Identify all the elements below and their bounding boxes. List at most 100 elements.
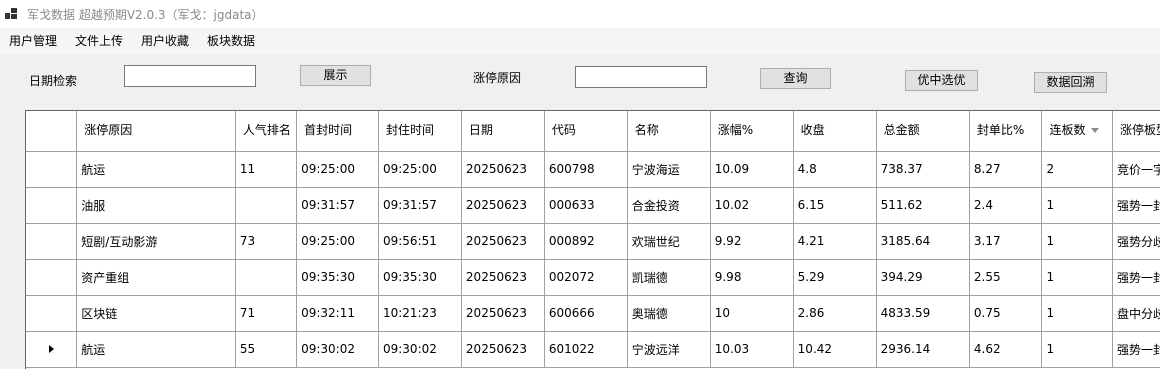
table-row[interactable]: 油服 09:31:57 09:31:57 20250623 000633 合金投资 10.0… [26,187,1160,224]
table-cell[interactable]: 09:35:30 [378,259,462,296]
table-row[interactable]: 区块链 71 09:32:11 10:21:23 20250623 600666 奥瑞德 10… [26,295,1160,332]
table-cell[interactable]: 盘中分歧 [1112,295,1160,332]
table-cell[interactable]: 8.27 [969,151,1043,188]
table-cell[interactable]: 71 [235,295,298,332]
table-cell[interactable]: 4.8 [793,151,877,188]
table-cell[interactable]: 73 [235,223,298,260]
row-header[interactable] [26,259,78,296]
menu-sector-data[interactable]: 板块数据 [198,28,264,54]
table-cell[interactable]: 4.62 [969,331,1043,368]
table-cell[interactable]: 10 [710,295,794,332]
table-cell[interactable]: 奥瑞德 [627,295,711,332]
column-header[interactable]: 日期 [461,111,545,152]
table-cell[interactable]: 2 [1041,151,1113,188]
menu-file-upload[interactable]: 文件上传 [66,28,132,54]
table-cell[interactable]: 55 [235,331,298,368]
table-cell[interactable]: 20250623 [461,259,545,296]
table-row[interactable]: 航运 55 09:30:02 09:30:02 20250623 601022 宁波远洋 10… [26,331,1160,368]
table-cell[interactable]: 2.55 [969,259,1043,296]
table-cell[interactable]: 20250623 [461,151,545,188]
table-cell[interactable]: 10.42 [793,331,877,368]
table-cell[interactable]: 航运 [76,331,236,368]
table-cell[interactable]: 强势一封 [1112,187,1160,224]
table-cell[interactable]: 1 [1041,259,1113,296]
row-header[interactable] [26,295,78,332]
table-cell[interactable]: 4.21 [793,223,877,260]
table-cell[interactable]: 2.4 [969,187,1043,224]
table-cell[interactable]: 1 [1041,295,1113,332]
table-cell[interactable]: 002072 [544,259,628,296]
query-button[interactable]: 查询 [760,68,831,89]
table-cell[interactable]: 10.09 [710,151,794,188]
row-header[interactable] [26,331,78,368]
table-cell[interactable]: 09:31:57 [378,187,462,224]
table-cell[interactable]: 合金投资 [627,187,711,224]
table-cell[interactable]: 宁波远洋 [627,331,711,368]
row-header[interactable] [26,223,78,260]
table-cell[interactable]: 09:56:51 [378,223,462,260]
table-cell[interactable]: 394.29 [876,259,970,296]
table-cell[interactable]: 短剧/互动影游 [76,223,236,260]
table-row[interactable]: 航运 11 09:25:00 09:25:00 20250623 600798 宁波海运 10… [26,151,1160,188]
table-cell[interactable]: 6.15 [793,187,877,224]
table-cell[interactable]: 10.02 [710,187,794,224]
row-header[interactable] [26,187,78,224]
column-header[interactable]: 封单比% [969,111,1043,152]
table-cell[interactable]: 600798 [544,151,628,188]
table-cell[interactable]: 09:32:11 [296,295,379,332]
table-row[interactable]: 资产重组 09:35:30 09:35:30 20250623 002072 凯瑞德 9.9… [26,259,1160,296]
table-cell[interactable]: 600666 [544,295,628,332]
table-cell[interactable]: 000633 [544,187,628,224]
table-cell[interactable]: 油服 [76,187,236,224]
table-cell[interactable] [235,259,298,296]
column-header[interactable]: 首封时间 [296,111,379,152]
table-cell[interactable] [235,187,298,224]
table-cell[interactable]: 2.86 [793,295,877,332]
table-cell[interactable]: 9.98 [710,259,794,296]
date-search-input[interactable] [124,65,256,87]
table-cell[interactable]: 0.75 [969,295,1043,332]
table-cell[interactable]: 09:35:30 [296,259,379,296]
table-cell[interactable]: 09:25:00 [296,151,379,188]
select-best-button[interactable]: 优中选优 [905,70,978,91]
table-cell[interactable]: 10:21:23 [378,295,462,332]
table-row[interactable]: 短剧/互动影游 73 09:25:00 09:56:51 20250623 000892 欢… [26,223,1160,260]
table-cell[interactable]: 强势一封 [1112,259,1160,296]
table-cell[interactable]: 凯瑞德 [627,259,711,296]
show-button[interactable]: 展示 [300,65,371,86]
table-cell[interactable]: 20250623 [461,187,545,224]
table-cell[interactable]: 09:30:02 [296,331,379,368]
table-cell[interactable]: 20250623 [461,295,545,332]
table-cell[interactable]: 宁波海运 [627,151,711,188]
column-header[interactable]: 涨停板型 [1112,111,1160,152]
menu-user-favorites[interactable]: 用户收藏 [132,28,198,54]
table-cell[interactable]: 竞价一字 [1112,151,1160,188]
table-cell[interactable]: 强势分歧 [1112,223,1160,260]
row-header[interactable] [26,151,78,188]
table-cell[interactable]: 000892 [544,223,628,260]
table-cell[interactable]: 10.03 [710,331,794,368]
table-cell[interactable]: 区块链 [76,295,236,332]
table-cell[interactable]: 2936.14 [876,331,970,368]
data-backtrack-button[interactable]: 数据回溯 [1034,72,1107,93]
table-cell[interactable]: 09:31:57 [296,187,379,224]
table-cell[interactable]: 3185.64 [876,223,970,260]
column-header[interactable]: 收盘 [793,111,877,152]
stock-data-grid[interactable]: 涨停原因 人气排名 首封时间 封住时间 日期 代码 名称 涨幅% 收盘 总金额 … [25,110,1160,369]
table-cell[interactable]: 20250623 [461,223,545,260]
table-cell[interactable]: 1 [1041,223,1113,260]
table-cell[interactable]: 1 [1041,331,1113,368]
table-cell[interactable]: 601022 [544,331,628,368]
table-cell[interactable]: 3.17 [969,223,1043,260]
table-cell[interactable]: 511.62 [876,187,970,224]
menu-user-management[interactable]: 用户管理 [0,28,66,54]
column-header-sorted[interactable]: 连板数 [1041,111,1113,152]
table-cell[interactable]: 09:25:00 [296,223,379,260]
column-header[interactable]: 涨停原因 [76,111,236,152]
table-cell[interactable]: 4833.59 [876,295,970,332]
limit-reason-input[interactable] [575,66,707,88]
table-cell[interactable]: 9.92 [710,223,794,260]
table-cell[interactable]: 5.29 [793,259,877,296]
table-cell[interactable]: 20250623 [461,331,545,368]
table-cell[interactable]: 资产重组 [76,259,236,296]
